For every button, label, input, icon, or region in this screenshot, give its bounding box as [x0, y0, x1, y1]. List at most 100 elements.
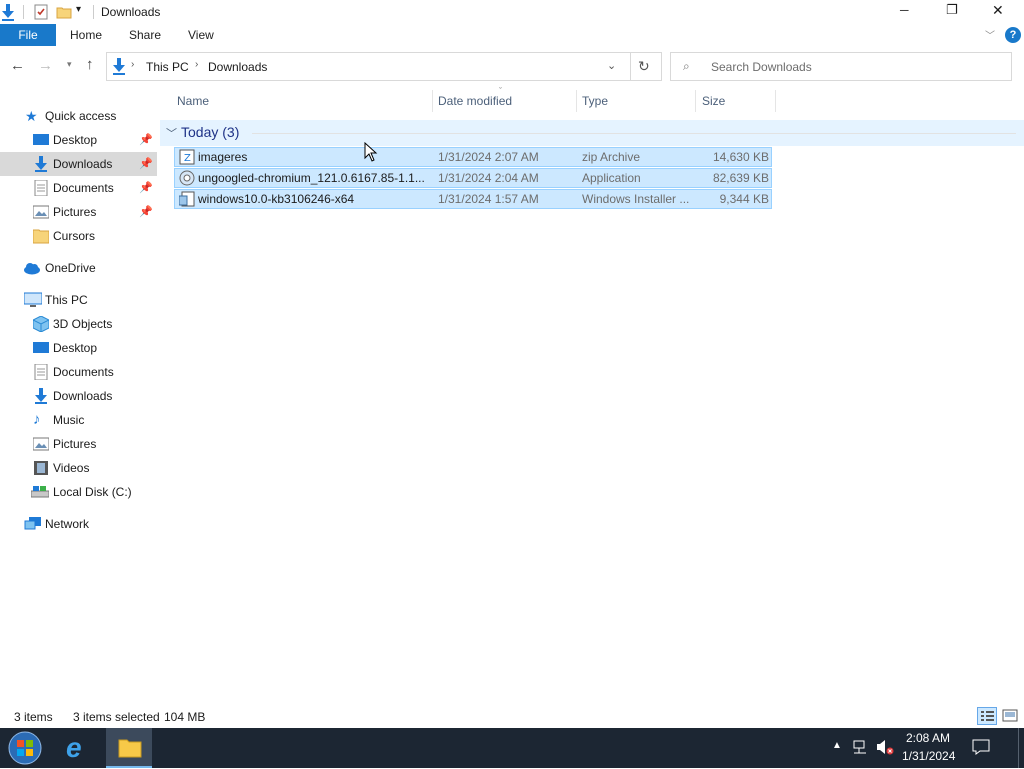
- volume-muted-icon[interactable]: [876, 739, 894, 755]
- maximize-button[interactable]: ❐: [946, 2, 958, 18]
- tab-home[interactable]: Home: [70, 24, 102, 46]
- large-icons-view-icon[interactable]: [1001, 708, 1019, 724]
- search-field[interactable]: ⌕ Search Downloads: [670, 52, 1012, 81]
- downloads-icon: [0, 3, 16, 21]
- downloads-icon: [111, 57, 127, 75]
- properties-icon[interactable]: [33, 4, 49, 20]
- show-hidden-icons-icon[interactable]: ▲: [832, 740, 842, 751]
- table-row[interactable]: windows10.0-kb3106246-x64 1/31/2024 1:57…: [174, 189, 772, 209]
- status-bar: 3 items 3 items selected 104 MB: [0, 706, 1024, 728]
- nav-label: Documents: [53, 181, 114, 195]
- file-type: zip Archive: [582, 150, 641, 164]
- internet-explorer-icon[interactable]: e: [66, 732, 96, 764]
- group-header-today[interactable]: ﹀ Today (3): [160, 120, 1024, 146]
- nav-pc-local-disk[interactable]: Local Disk (C:): [0, 480, 157, 504]
- show-desktop-button[interactable]: [1018, 728, 1024, 768]
- nav-pc-pictures[interactable]: Pictures: [0, 432, 157, 456]
- folder-icon: [118, 737, 142, 759]
- column-header-date[interactable]: Date modified: [438, 88, 512, 114]
- cloud-icon: [23, 260, 40, 276]
- tab-share[interactable]: Share: [129, 24, 161, 46]
- pin-icon[interactable]: 📌: [139, 176, 153, 200]
- pin-icon[interactable]: 📌: [139, 128, 153, 152]
- nav-quick-desktop[interactable]: Desktop 📌: [0, 128, 157, 152]
- column-divider[interactable]: [775, 90, 776, 112]
- nav-pc-downloads[interactable]: Downloads: [0, 384, 157, 408]
- expand-ribbon-icon[interactable]: ﹀: [985, 27, 995, 42]
- tab-file[interactable]: File: [0, 24, 56, 46]
- chevron-right-icon[interactable]: ›: [195, 59, 198, 70]
- file-name: imageres: [198, 150, 248, 164]
- file-type: Windows Installer ...: [582, 192, 690, 206]
- breadcrumb-this-pc[interactable]: This PC: [146, 60, 189, 74]
- nav-label: Pictures: [53, 437, 97, 451]
- group-label: Today (3): [181, 124, 240, 140]
- nav-pc-3d-objects[interactable]: 3D Objects: [0, 312, 157, 336]
- start-button[interactable]: [6, 730, 44, 766]
- nav-label: This PC: [45, 293, 88, 307]
- column-divider[interactable]: [576, 90, 577, 112]
- refresh-icon[interactable]: ↻: [638, 58, 650, 75]
- column-header-size[interactable]: Size: [702, 88, 725, 114]
- mouse-cursor-icon: [364, 141, 378, 162]
- downloads-icon: [33, 388, 49, 404]
- nav-pc-videos[interactable]: Videos: [0, 456, 157, 480]
- nav-pc-documents[interactable]: Documents: [0, 360, 157, 384]
- customize-quick-access-icon[interactable]: ▾: [76, 4, 81, 15]
- nav-pc-music[interactable]: ♪ Music: [0, 408, 157, 432]
- back-icon[interactable]: ←: [10, 57, 25, 74]
- clock-date[interactable]: 1/31/2024: [902, 749, 955, 763]
- details-view-icon[interactable]: [977, 707, 997, 725]
- column-divider[interactable]: [695, 90, 696, 112]
- nav-quick-documents[interactable]: Documents 📌: [0, 176, 157, 200]
- forward-icon[interactable]: →: [38, 57, 53, 74]
- nav-quick-downloads[interactable]: Downloads 📌: [0, 152, 157, 176]
- nav-label: Music: [53, 413, 85, 427]
- tab-view[interactable]: View: [188, 24, 214, 46]
- nav-label: Local Disk (C:): [53, 485, 132, 499]
- music-icon: ♪: [33, 411, 41, 428]
- breadcrumb-downloads[interactable]: Downloads: [208, 60, 267, 74]
- table-row[interactable]: Z imageres 1/31/2024 2:07 AM zip Archive…: [174, 147, 772, 167]
- address-dropdown-icon[interactable]: ⌄: [607, 59, 616, 72]
- 3d-objects-icon: [32, 315, 50, 333]
- search-placeholder: Search Downloads: [711, 60, 812, 74]
- file-explorer-taskbar-button[interactable]: [106, 728, 152, 768]
- file-date: 1/31/2024 2:04 AM: [438, 171, 539, 185]
- nav-quick-access[interactable]: ★ Quick access: [0, 104, 157, 128]
- nav-this-pc[interactable]: This PC: [0, 288, 157, 312]
- nav-label: Quick access: [45, 109, 117, 123]
- pin-icon[interactable]: 📌: [139, 152, 153, 176]
- address-bar[interactable]: › This PC › Downloads ⌄ ↻: [106, 52, 662, 81]
- window-title: Downloads: [101, 5, 161, 19]
- close-button[interactable]: ✕: [992, 2, 1004, 19]
- column-divider[interactable]: [432, 90, 433, 112]
- chevron-down-icon[interactable]: ﹀: [166, 125, 177, 141]
- action-center-icon[interactable]: [972, 739, 990, 755]
- column-header-name[interactable]: Name: [177, 88, 209, 114]
- minimize-button[interactable]: ─: [900, 3, 909, 17]
- nav-onedrive[interactable]: OneDrive: [0, 256, 157, 280]
- nav-network[interactable]: Network: [0, 512, 157, 536]
- nav-label: Pictures: [53, 205, 97, 219]
- pictures-icon: [32, 204, 50, 220]
- clock-time[interactable]: 2:08 AM: [906, 731, 950, 745]
- item-count: 3 items: [14, 710, 53, 724]
- nav-quick-cursors[interactable]: Cursors: [0, 224, 157, 248]
- file-type: Application: [582, 171, 641, 185]
- help-icon[interactable]: ?: [1005, 27, 1021, 43]
- nav-label: 3D Objects: [53, 317, 113, 331]
- nav-quick-pictures[interactable]: Pictures 📌: [0, 200, 157, 224]
- up-icon[interactable]: ↑: [86, 56, 94, 73]
- nav-pc-desktop[interactable]: Desktop: [0, 336, 157, 360]
- chevron-right-icon[interactable]: ›: [131, 59, 134, 70]
- new-folder-icon[interactable]: [56, 4, 72, 20]
- selected-size: 104 MB: [164, 710, 206, 724]
- pin-icon[interactable]: 📌: [139, 200, 153, 224]
- videos-icon: [33, 460, 49, 476]
- column-header-type[interactable]: Type: [582, 88, 608, 114]
- table-row[interactable]: ungoogled-chromium_121.0.6167.85-1.1... …: [174, 168, 772, 188]
- nav-label: Desktop: [53, 341, 98, 355]
- recent-locations-icon[interactable]: ▾: [67, 59, 72, 70]
- network-status-icon[interactable]: [852, 739, 870, 755]
